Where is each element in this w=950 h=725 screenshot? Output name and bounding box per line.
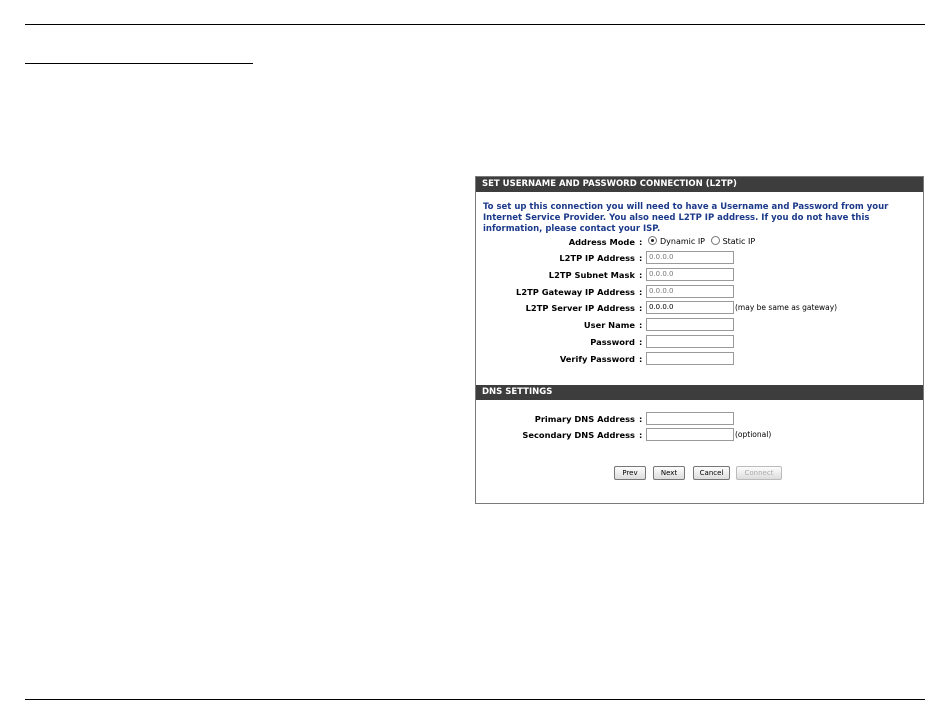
l2tp-gateway-row: L2TP Gateway IP Address : 0.0.0.0 [476,285,923,299]
l2tp-ip-label: L2TP IP Address [559,253,635,263]
l2tp-ip-row: L2TP IP Address : 0.0.0.0 [476,251,923,265]
l2tp-ip-input[interactable]: 0.0.0.0 [646,251,734,264]
address-mode-options: Dynamic IP Static IP [648,235,755,249]
secondary-dns-label: Secondary DNS Address [522,430,635,440]
verify-password-label: Verify Password [559,354,635,364]
l2tp-server-note: (may be same as gateway) [735,303,838,312]
connect-button[interactable]: Connect [736,466,782,480]
secondary-dns-note: (optional) [735,430,772,439]
l2tp-intro-text: To set up this connection you will need … [483,202,889,234]
password-row: Password : [476,335,923,349]
l2tp-gateway-label: L2TP Gateway IP Address [516,287,635,297]
address-mode-label: Address Mode [568,237,635,247]
password-label: Password [590,337,635,347]
primary-dns-row: Primary DNS Address : [476,412,923,426]
verify-password-input[interactable] [646,352,734,365]
username-input[interactable] [646,318,734,331]
verify-password-row: Verify Password : [476,352,923,366]
username-label: User Name [583,320,635,330]
static-ip-label[interactable]: Static IP [723,237,756,246]
prev-button[interactable]: Prev [614,466,646,480]
l2tp-setup-panel: SET USERNAME AND PASSWORD CONNECTION (L2… [475,176,924,504]
top-divider [25,24,925,25]
l2tp-subnet-label: L2TP Subnet Mask [548,270,635,280]
secondary-dns-input[interactable] [646,428,734,441]
l2tp-section-header: SET USERNAME AND PASSWORD CONNECTION (L2… [476,177,923,192]
dynamic-ip-radio[interactable] [648,236,657,245]
l2tp-gateway-input[interactable]: 0.0.0.0 [646,285,734,298]
l2tp-server-label: L2TP Server IP Address [525,303,635,313]
next-button[interactable]: Next [653,466,685,480]
username-row: User Name : [476,318,923,332]
section-underline [25,63,253,64]
dns-section-header: DNS SETTINGS [476,385,923,400]
secondary-dns-row: Secondary DNS Address : (optional) [476,428,923,442]
primary-dns-input[interactable] [646,412,734,425]
dynamic-ip-label[interactable]: Dynamic IP [660,237,705,246]
bottom-divider [25,699,925,700]
cancel-button[interactable]: Cancel [693,466,730,480]
password-input[interactable] [646,335,734,348]
l2tp-server-input[interactable]: 0.0.0.0 [646,301,734,314]
l2tp-server-row: L2TP Server IP Address : 0.0.0.0 (may be… [476,301,923,315]
static-ip-radio[interactable] [710,236,720,245]
l2tp-subnet-row: L2TP Subnet Mask : 0.0.0.0 [476,268,923,282]
address-mode-row: Address Mode : Dynamic IP Static IP [476,235,923,249]
l2tp-subnet-input[interactable]: 0.0.0.0 [646,268,734,281]
primary-dns-label: Primary DNS Address [534,414,635,424]
